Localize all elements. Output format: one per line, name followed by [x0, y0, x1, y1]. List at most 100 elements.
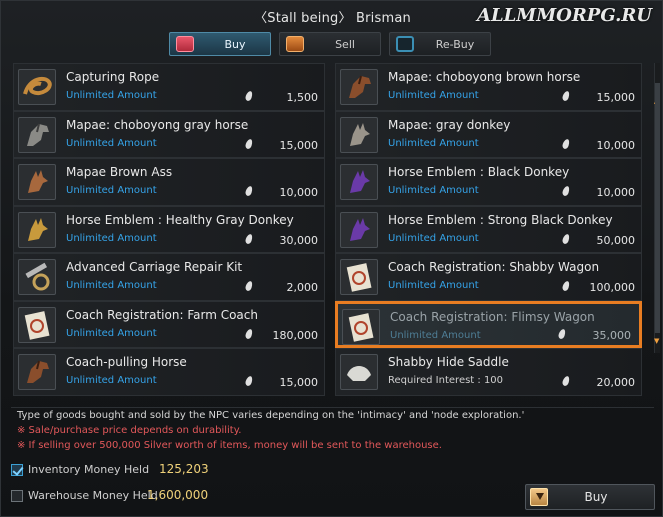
- tab-sell[interactable]: Sell: [279, 32, 381, 56]
- item-column-left: Capturing Rope Unlimited Amount 1,500 Mapae…: [13, 63, 325, 396]
- item-price: 1,500: [286, 91, 319, 104]
- item-availability: Unlimited Amount: [66, 137, 157, 149]
- item-availability: Unlimited Amount: [66, 327, 157, 339]
- warehouse-money-row: Warehouse Money Held 1,600,000: [11, 487, 311, 507]
- rebuy-icon: [396, 36, 414, 52]
- item-availability: Unlimited Amount: [66, 280, 157, 291]
- item-name: Horse Emblem : Strong Black Donkey: [388, 212, 613, 227]
- item-column-right: Mapae: choboyong brown horse Unlimited Am…: [335, 63, 642, 396]
- item-name: Mapae: choboyong gray horse: [66, 117, 249, 132]
- item-name: Mapae: gray donkey: [388, 117, 511, 132]
- item-availability: Unlimited Amount: [390, 329, 481, 341]
- list-item[interactable]: Mapae: gray donkey Unlimited Amount 10,000: [335, 110, 642, 158]
- inventory-money-value: 125,203: [159, 462, 209, 476]
- tab-rebuy[interactable]: Re-Buy: [389, 32, 491, 56]
- item-price: 50,000: [596, 233, 636, 247]
- item-name: Coach-pulling Horse: [66, 355, 187, 369]
- list-item[interactable]: Capturing Rope Unlimited Amount 1,500: [13, 63, 325, 111]
- info-line-npc: Type of goods bought and sold by the NPC…: [17, 410, 525, 421]
- stall-window: 〈Stall being〉 Brisman ALLMMORPG.RU Buy S…: [0, 0, 663, 517]
- list-item[interactable]: Horse Emblem : Black Donkey Unlimited Amo…: [335, 158, 642, 206]
- silver-icon: [561, 185, 571, 197]
- list-item[interactable]: Mapae Brown Ass Unlimited Amount 10,000: [13, 158, 325, 206]
- silver-icon: [561, 90, 571, 102]
- inventory-money-checkbox[interactable]: [11, 464, 23, 476]
- purple-horse-emblem-icon: [340, 211, 378, 248]
- list-item[interactable]: Coach-pulling Horse Unlimited Amount 15,00…: [13, 348, 325, 396]
- item-name: Coach Registration: Farm Coach: [66, 307, 258, 322]
- warehouse-money-label: Warehouse Money Held: [28, 489, 158, 502]
- item-availability: Unlimited Amount: [66, 90, 157, 101]
- buy-button[interactable]: Buy: [525, 484, 655, 510]
- item-price: 100,000: [589, 281, 636, 294]
- item-list: Capturing Rope Unlimited Amount 1,500 Mapae…: [13, 63, 654, 403]
- silver-icon: [244, 327, 254, 340]
- silver-icon: [561, 232, 571, 245]
- list-item[interactable]: Mapae: choboyong gray horse Unlimited Amo…: [13, 110, 325, 158]
- item-name: Mapae Brown Ass: [66, 165, 173, 179]
- item-availability: Unlimited Amount: [66, 232, 157, 244]
- item-name: Advanced Carriage Repair Kit: [66, 260, 243, 274]
- item-availability: Unlimited Amount: [388, 232, 479, 244]
- watermark-logo: ALLMMORPG.RU: [477, 5, 652, 26]
- silver-icon: [244, 375, 254, 387]
- silver-icon: [561, 375, 571, 387]
- silver-icon: [244, 137, 254, 150]
- item-price: 10,000: [596, 138, 636, 152]
- bag-icon: [176, 36, 194, 52]
- item-availability: Unlimited Amount: [66, 185, 157, 196]
- coins-icon: [286, 36, 304, 52]
- item-price: 15,000: [279, 376, 319, 389]
- tab-rebuy-label: Re-Buy: [435, 38, 475, 51]
- brown-donkey-icon: [18, 164, 56, 200]
- list-item[interactable]: Advanced Carriage Repair Kit Unlimited Am…: [13, 253, 325, 301]
- list-item[interactable]: Shabby Hide Saddle Required Interest : 10…: [335, 348, 642, 396]
- silver-icon: [561, 280, 571, 292]
- tab-buy[interactable]: Buy: [169, 32, 271, 56]
- warehouse-money-checkbox[interactable]: [11, 490, 23, 502]
- item-name: Horse Emblem : Healthy Gray Donkey: [66, 212, 294, 227]
- inventory-money-row: Inventory Money Held 125,203: [11, 461, 311, 481]
- list-item[interactable]: Mapae: choboyong brown horse Unlimited Am…: [335, 63, 642, 111]
- item-availability: Required Interest : 100: [388, 375, 504, 386]
- list-item[interactable]: Horse Emblem : Strong Black Donkey Unlimi…: [335, 205, 642, 253]
- silver-icon: [244, 280, 254, 292]
- item-price: 15,000: [596, 91, 636, 104]
- item-name: Shabby Hide Saddle: [388, 355, 509, 369]
- item-list-scrollbar[interactable]: ▲ ▼: [654, 63, 660, 353]
- brown-horse-icon: [340, 69, 378, 105]
- repair-kit-icon: [18, 259, 56, 295]
- buy-arrow-icon: [530, 488, 548, 506]
- item-availability: Unlimited Amount: [388, 185, 479, 196]
- item-price: 180,000: [272, 328, 319, 342]
- buy-button-label: Buy: [584, 490, 608, 504]
- saddle-icon: [340, 354, 378, 390]
- silver-icon: [561, 137, 571, 150]
- coach-registration-icon: [18, 306, 56, 343]
- inventory-money-label: Inventory Money Held: [28, 463, 150, 476]
- silver-icon: [244, 185, 254, 197]
- item-price: 15,000: [279, 138, 319, 152]
- item-name: Coach Registration: Flimsy Wagon: [390, 309, 595, 324]
- item-price: 20,000: [596, 376, 636, 389]
- list-item[interactable]: Coach Registration: Farm Coach Unlimited …: [13, 300, 325, 348]
- coach-registration-icon: [340, 259, 378, 295]
- gold-horse-emblem-icon: [18, 211, 56, 248]
- list-item[interactable]: Horse Emblem : Healthy Gray Donkey Unlimi…: [13, 205, 325, 253]
- list-item[interactable]: Coach Registration: Flimsy Wagon Unlimite…: [335, 300, 642, 348]
- item-availability: Unlimited Amount: [66, 375, 157, 386]
- item-name: Coach Registration: Shabby Wagon: [388, 260, 600, 274]
- item-name: Horse Emblem : Black Donkey: [388, 165, 570, 179]
- rope-icon: [18, 69, 56, 105]
- item-price: 30,000: [279, 233, 319, 247]
- item-availability: Unlimited Amount: [388, 280, 479, 291]
- info-line-durability: ※ Sale/purchase price depends on durabil…: [17, 425, 242, 436]
- tab-sell-label: Sell: [335, 38, 355, 51]
- list-item[interactable]: Coach Registration: Shabby Wagon Unlimite…: [335, 253, 642, 301]
- item-name: Mapae: choboyong brown horse: [388, 70, 581, 84]
- brown-horse-icon: [18, 354, 56, 390]
- scroll-down-icon[interactable]: ▼: [654, 337, 661, 345]
- scroll-thumb[interactable]: [655, 83, 660, 333]
- item-price: 2,000: [286, 281, 319, 294]
- silver-icon: [244, 90, 254, 102]
